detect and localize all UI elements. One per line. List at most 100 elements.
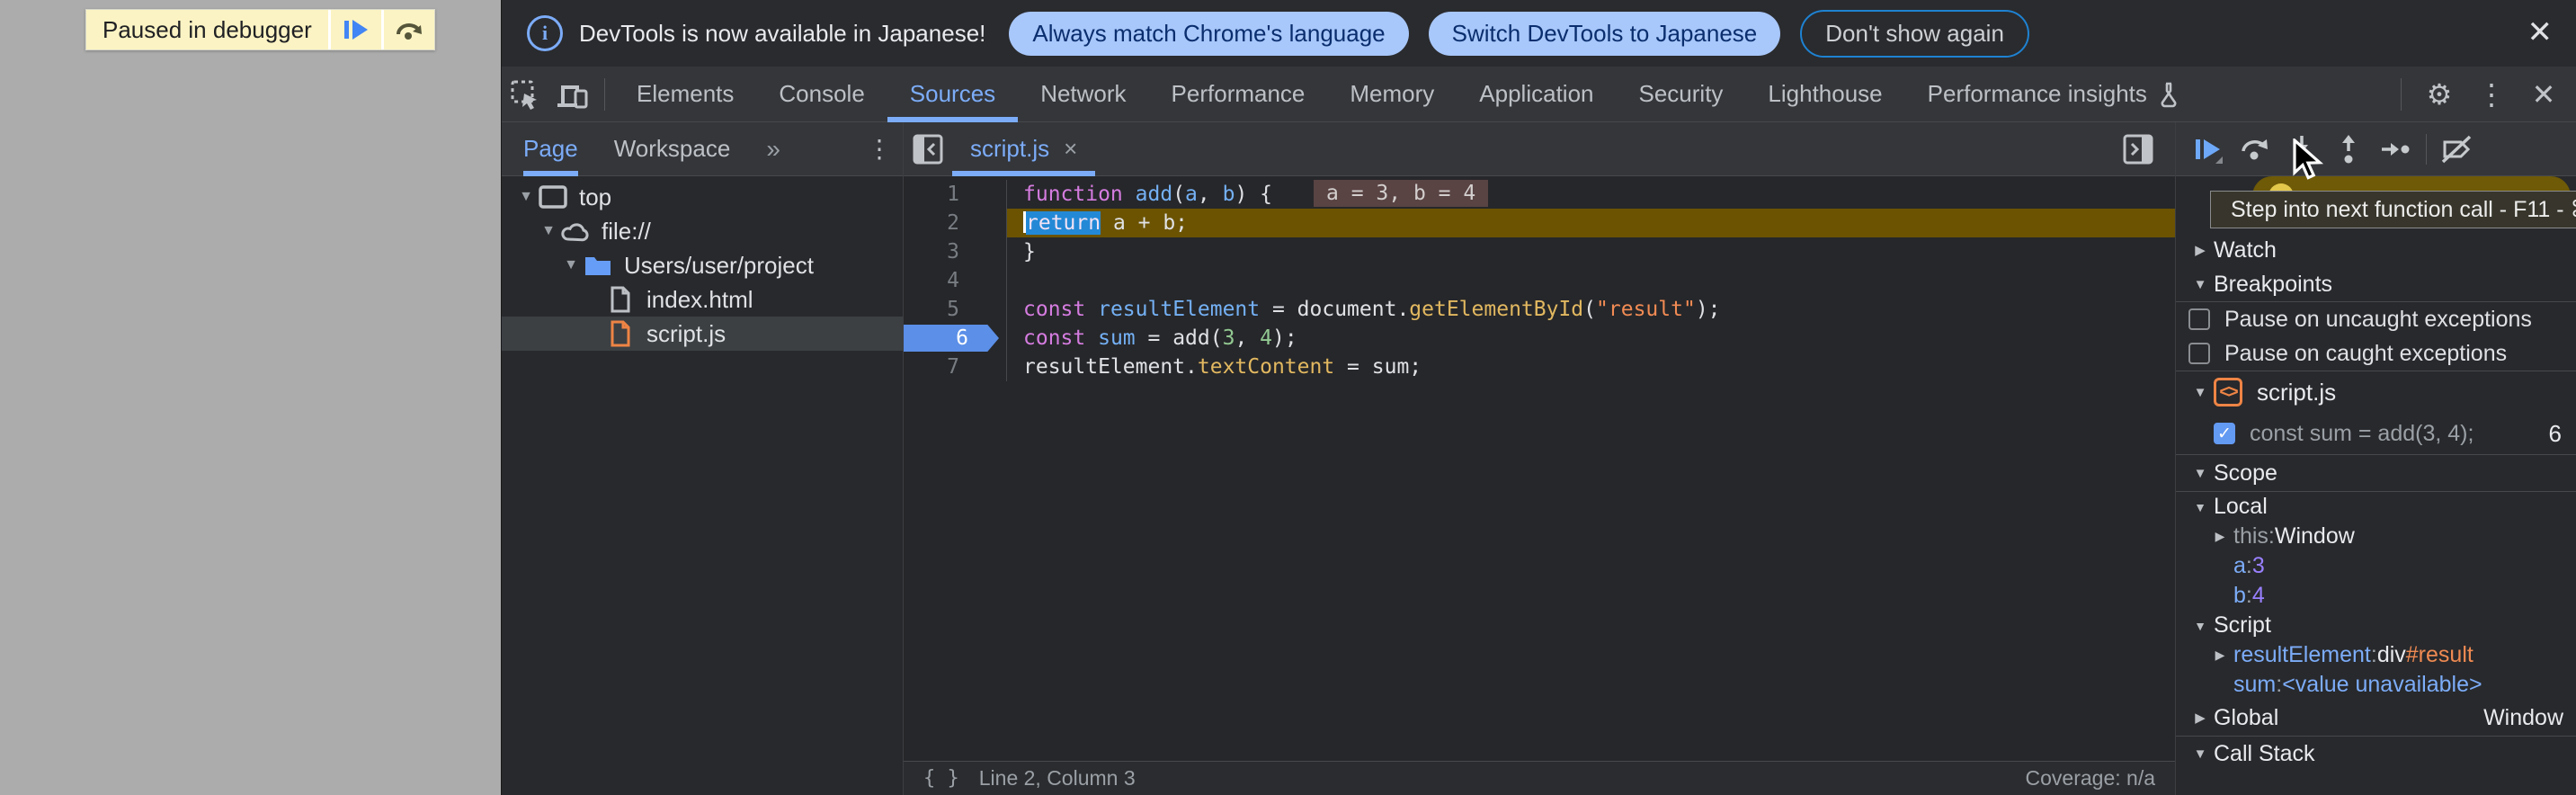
resume-button[interactable] (2185, 126, 2232, 173)
scope-group-local[interactable]: ▼Local (2176, 492, 2576, 522)
tree-item-label: index.html (646, 286, 753, 314)
code-token: = document. (1260, 298, 1409, 321)
breakpoint-file-group[interactable]: ▼ <> script.js (2176, 371, 2576, 413)
panel-tab-lighthouse[interactable]: Lighthouse (1745, 67, 1904, 122)
watch-section-header[interactable]: ▶ Watch (2176, 233, 2576, 267)
code-line-6: 6 const sum = add(3, 4); (904, 324, 2175, 353)
line-content[interactable]: resultElement.textContent = sum; (1007, 353, 2175, 381)
panel-tab-network[interactable]: Network (1018, 67, 1148, 122)
line-number[interactable]: 1 (904, 180, 1007, 209)
expander-icon[interactable]: ▼ (559, 257, 583, 273)
scope-section-header[interactable]: ▼ Scope (2176, 455, 2576, 491)
tree-item-label: Users/user/project (624, 252, 814, 280)
line-number[interactable]: 4 (904, 266, 1007, 295)
tab-page[interactable]: Page (523, 122, 578, 176)
code-token: ); (1272, 326, 1297, 350)
always-match-language-button[interactable]: Always match Chrome's language (1009, 12, 1408, 56)
step-over-button-page[interactable] (384, 10, 434, 49)
checkbox-unchecked[interactable] (2188, 308, 2210, 330)
deactivate-breakpoints-button[interactable] (2434, 126, 2481, 173)
breakpoints-section-header[interactable]: ▼ Breakpoints (2176, 267, 2576, 301)
scope-group-label: Local (2214, 494, 2268, 520)
panel-tab-performance[interactable]: Performance (1149, 67, 1328, 122)
panel-tab-elements[interactable]: Elements (614, 67, 756, 122)
tree-item-index-html[interactable]: index.html (502, 282, 903, 317)
panel-tab-security[interactable]: Security (1617, 67, 1746, 122)
code-editor[interactable]: 1function add(a, b) {a = 3, b = 42return… (904, 176, 2175, 761)
tree-item-script-js[interactable]: script.js (502, 317, 903, 351)
checkbox-unchecked[interactable] (2188, 343, 2210, 364)
line-content[interactable]: } (1007, 237, 2175, 266)
device-toolbar-button[interactable] (548, 67, 595, 122)
cloud-icon (560, 218, 591, 245)
toggle-debugger-sidebar-button[interactable] (2114, 122, 2162, 176)
scope-global-row[interactable]: ▶ Global Window (2176, 700, 2576, 736)
breakpoint-entry[interactable]: ✓ const sum = add(3, 4); 6 (2176, 413, 2576, 454)
panel-tab-application[interactable]: Application (1457, 67, 1616, 122)
line-content[interactable]: return a + b; (1007, 209, 2175, 237)
option-pause-on-uncaught-exceptions[interactable]: Pause on uncaught exceptions (2176, 302, 2576, 336)
expander-icon[interactable]: ▼ (514, 189, 538, 205)
line-content[interactable]: function add(a, b) {a = 3, b = 4 (1007, 180, 2175, 209)
scope-var-resultElement[interactable]: ▶resultElement: div#result (2176, 640, 2576, 670)
panel-tab-label: Performance insights (1928, 80, 2147, 108)
infobar-close-button[interactable]: ✕ (2520, 14, 2561, 50)
line-content[interactable]: const sum = add(3, 4); (1007, 324, 2175, 353)
panel-tab-console[interactable]: Console (756, 67, 887, 122)
switch-devtools-japanese-button[interactable]: Switch DevTools to Japanese (1429, 12, 1781, 56)
settings-gear-button[interactable]: ⚙ (2416, 67, 2463, 122)
panel-tab-memory[interactable]: Memory (1327, 67, 1457, 122)
line-number[interactable]: 5 (904, 295, 1007, 324)
scope-group-script[interactable]: ▼Script (2176, 611, 2576, 640)
chevron-down-icon: ▼ (2187, 746, 2214, 762)
flask-icon (2158, 81, 2179, 108)
panel-tab-label: Sources (910, 80, 995, 108)
file-html-icon (605, 286, 636, 313)
chevron-right-icon: ▶ (2187, 242, 2214, 258)
line-number[interactable]: 7 (904, 353, 1007, 381)
breakpoint-checkbox[interactable]: ✓ (2214, 423, 2235, 444)
inspect-element-button[interactable] (502, 67, 548, 122)
navigator-menu-button[interactable]: ⋮ (861, 121, 897, 177)
editor-tab-scriptjs[interactable]: script.js × (952, 122, 1095, 176)
panel-tab-performance-insights[interactable]: Performance insights (1905, 67, 2202, 122)
scope-var-a[interactable]: a: 3 (2176, 551, 2576, 581)
more-options-button[interactable]: ⋮ (2468, 67, 2515, 122)
resume-script-button[interactable] (331, 10, 381, 49)
pretty-print-button[interactable]: { } (923, 767, 959, 790)
paused-line-marker[interactable]: 6 (904, 325, 999, 352)
paused-banner-label: Paused in debugger (86, 10, 328, 49)
close-devtools-button[interactable]: ✕ (2520, 67, 2567, 122)
panel-tab-sources[interactable]: Sources (887, 67, 1018, 122)
tree-item-users-user-project[interactable]: ▼ Users/user/project (502, 248, 903, 282)
panel-tab-label: Memory (1350, 80, 1434, 108)
toggle-navigator-button[interactable] (904, 122, 952, 176)
scope-var-value: 4 (2252, 583, 2265, 609)
scope-var-sum[interactable]: sum: <value unavailable> (2176, 670, 2576, 700)
tree-item-top[interactable]: ▼top (502, 180, 903, 214)
code-token: ( (1172, 183, 1185, 206)
code-token: add (1136, 183, 1173, 206)
code-token (1085, 326, 1098, 350)
line-content[interactable]: const resultElement = document.getElemen… (1007, 295, 2175, 324)
breakpoint-code: const sum = add(3, 4); (2250, 421, 2473, 447)
scope-var-this[interactable]: ▶this: Window (2176, 522, 2576, 551)
tab-workspace[interactable]: Workspace (614, 122, 731, 176)
debugger-toolbar (2176, 122, 2576, 176)
more-tabs-chevron[interactable]: » (766, 135, 777, 164)
line-number[interactable]: 2 (904, 209, 1007, 237)
step-button[interactable] (2372, 126, 2419, 173)
line-number[interactable]: 6 (904, 324, 1007, 353)
line-number[interactable]: 3 (904, 237, 1007, 266)
step-out-button[interactable] (2325, 126, 2372, 173)
scope-tree: ▼Local▶this: Windowa: 3b: 4▼Script▶resul… (2176, 492, 2576, 700)
expander-icon[interactable]: ▼ (537, 223, 560, 239)
option-pause-on-caught-exceptions[interactable]: Pause on caught exceptions (2176, 336, 2576, 371)
scope-var-b[interactable]: b: 4 (2176, 581, 2576, 611)
close-tab-icon[interactable]: × (1064, 135, 1077, 163)
dont-show-again-button[interactable]: Don't show again (1800, 10, 2029, 58)
call-stack-section-header[interactable]: ▼ Call Stack (2176, 737, 2576, 771)
step-over-button[interactable] (2232, 126, 2278, 173)
tree-item-file-[interactable]: ▼file:// (502, 214, 903, 248)
line-content[interactable] (1007, 266, 2175, 295)
